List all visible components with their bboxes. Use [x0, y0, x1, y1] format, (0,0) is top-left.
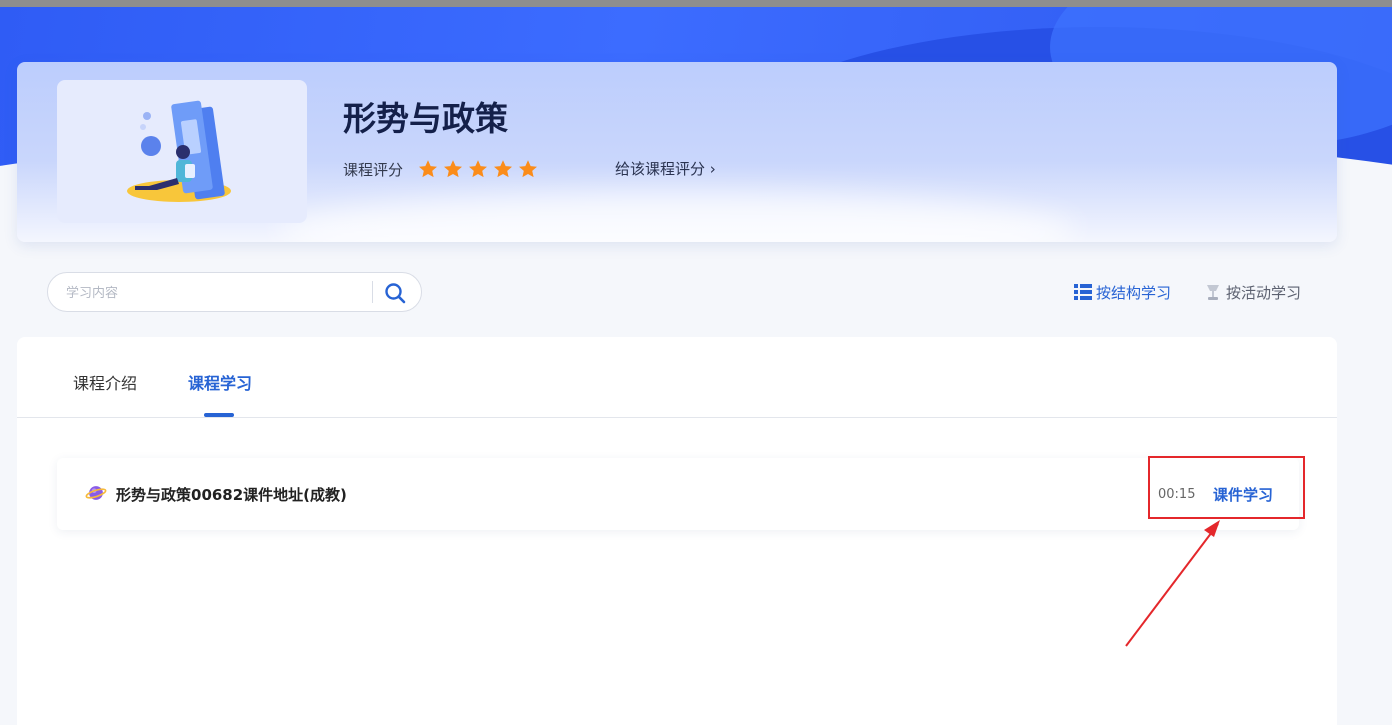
search-input[interactable] [66, 282, 366, 304]
star-icon [519, 160, 537, 178]
star-icon [444, 160, 462, 178]
star-icon [494, 160, 512, 178]
header-glow [277, 192, 1077, 242]
study-by-activity-button[interactable]: 按活动学习 [1204, 281, 1301, 303]
lesson-title: 形势与政策00682课件地址(成教) [116, 486, 347, 504]
course-tabs: 课程介绍 课程学习 [17, 337, 1337, 418]
study-by-activity-label: 按活动学习 [1226, 283, 1302, 302]
study-by-structure-button[interactable]: 按结构学习 [1074, 281, 1171, 303]
rating-label: 课程评分 [343, 160, 404, 179]
reading-person-illustration [127, 100, 231, 202]
window-top-strip [0, 0, 1392, 7]
search-box [47, 272, 422, 312]
course-cover-image [57, 80, 307, 223]
annotation-arrow-icon [1125, 520, 1220, 647]
course-header-card: 形势与政策 课程评分 给该课程评分 › [17, 62, 1337, 242]
rate-link-label: 给该课程评分 [615, 160, 706, 178]
star-icon [469, 160, 487, 178]
course-rating: 课程评分 [343, 156, 542, 182]
tab-course-intro[interactable]: 课程介绍 [73, 370, 137, 394]
course-title: 形势与政策 [343, 99, 508, 138]
search-icon[interactable] [383, 281, 407, 305]
planet-icon [85, 486, 107, 500]
search-divider [372, 281, 373, 303]
list-structure-icon [1074, 284, 1092, 300]
active-tab-indicator [204, 413, 234, 417]
chevron-right-icon: › [709, 160, 716, 178]
tab-course-study[interactable]: 课程学习 [188, 370, 252, 394]
activity-icon [1207, 285, 1219, 300]
rate-course-link[interactable]: 给该课程评分 › [615, 158, 716, 179]
star-icon [419, 160, 437, 178]
study-by-structure-label: 按结构学习 [1096, 283, 1172, 302]
